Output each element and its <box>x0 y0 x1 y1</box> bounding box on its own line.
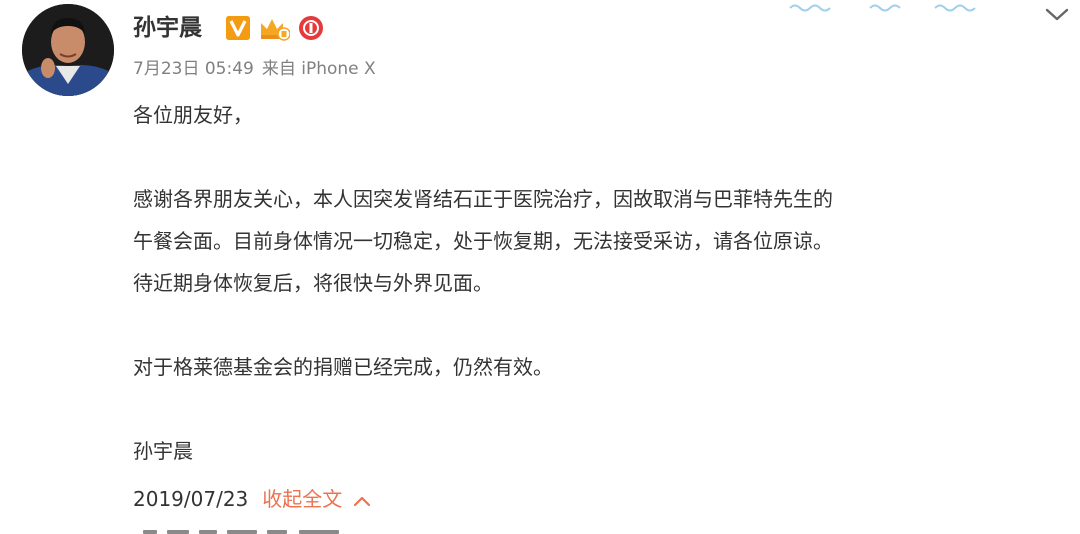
red-badge-icon[interactable] <box>298 15 324 41</box>
badge-row <box>226 12 324 44</box>
paragraph-greeting: 各位朋友好， <box>133 103 253 127</box>
signature-date-row: 2019/07/23 收起全文 <box>133 484 372 516</box>
chevron-up-icon <box>352 486 372 516</box>
post-meta: 7月23日 05:49 来自 iPhone X <box>133 56 376 82</box>
verified-v-icon[interactable] <box>226 16 250 40</box>
crown-member-icon[interactable] <box>258 15 291 41</box>
paragraph-body-line-2: 午餐会面。目前身体情况一切稳定，处于恢复期，无法接受采访，请各位原谅。 <box>133 229 833 253</box>
weibo-post: 孙宇晨 7月23日 05:49 来自 iPhone X 各位朋友好， 感谢各界朋… <box>0 0 1080 534</box>
post-date[interactable]: 7月23日 05:49 <box>133 59 254 79</box>
chevron-down-icon[interactable] <box>1042 2 1072 26</box>
decorative-waves <box>780 0 980 14</box>
collapse-label: 收起全文 <box>262 487 343 511</box>
author-name[interactable]: 孙宇晨 <box>133 10 202 46</box>
signature-date: 2019/07/23 <box>133 487 249 511</box>
post-content: 各位朋友好， 感谢各界朋友关心，本人因突发肾结石正于医院治疗，因故取消与巴菲特先… <box>133 94 1063 472</box>
avatar[interactable] <box>22 4 114 96</box>
paragraph-signature: 孙宇晨 <box>133 439 193 463</box>
paragraph-body-line-1: 感谢各界朋友关心，本人因突发肾结石正于医院治疗，因故取消与巴菲特先生的 <box>133 187 833 211</box>
paragraph-donation: 对于格莱德基金会的捐赠已经完成，仍然有效。 <box>133 355 553 379</box>
paragraph-body-line-3: 待近期身体恢复后，将很快与外界见面。 <box>133 271 493 295</box>
cut-off-row <box>133 526 373 534</box>
post-source[interactable]: 来自 iPhone X <box>262 59 376 79</box>
collapse-button[interactable]: 收起全文 <box>262 487 372 511</box>
